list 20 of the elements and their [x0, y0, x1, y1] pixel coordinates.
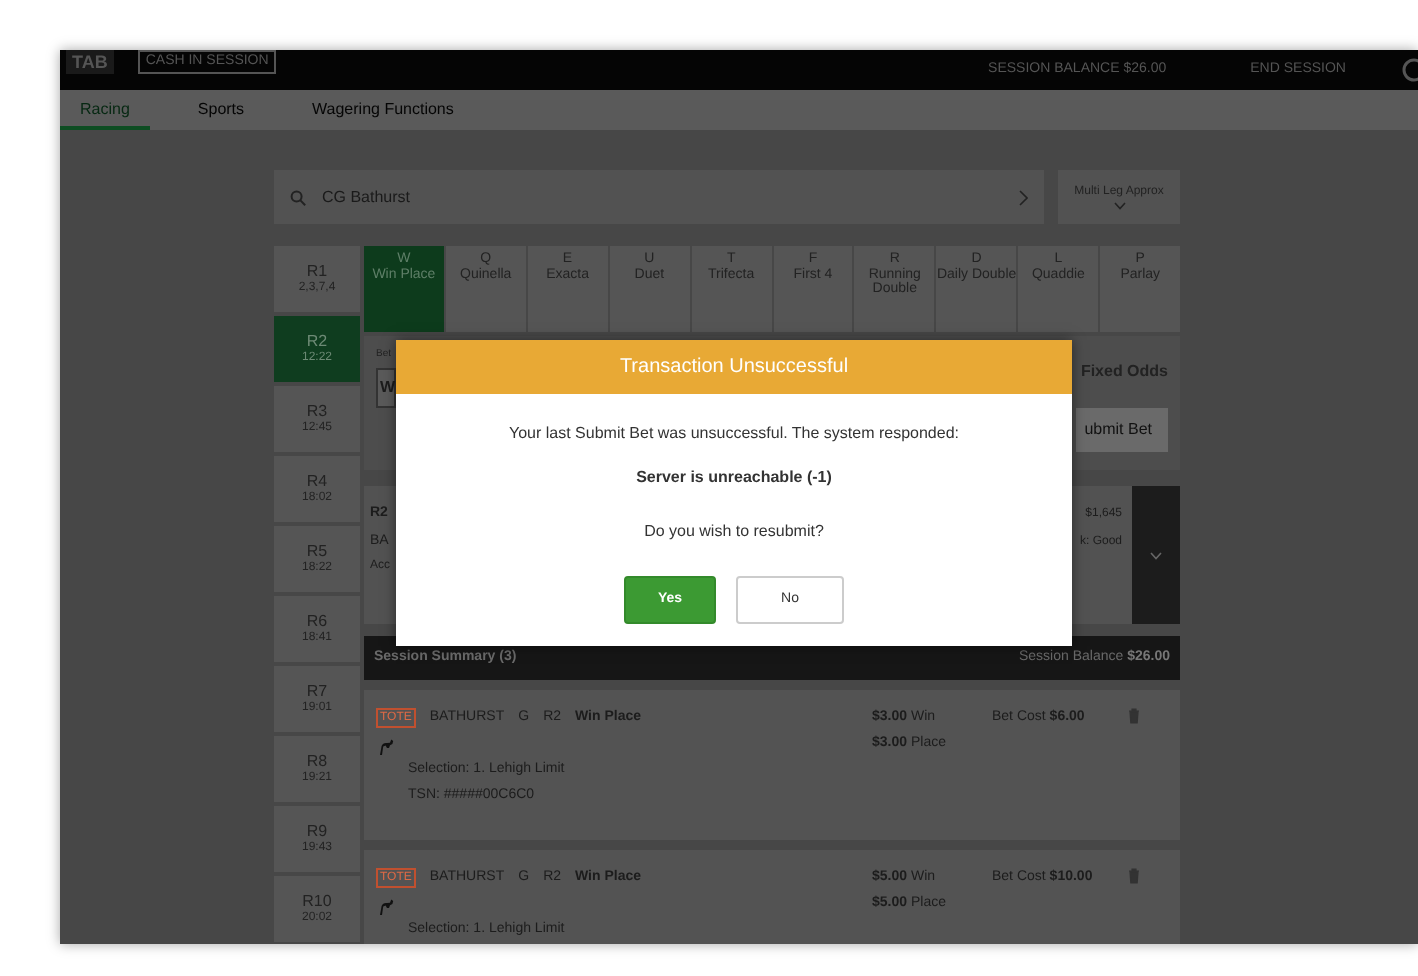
trash-icon	[1128, 708, 1140, 724]
account-icon	[1398, 56, 1418, 84]
nav-tab[interactable]: Wagering Functions	[292, 90, 474, 130]
logo: TAB	[66, 50, 114, 74]
search-field[interactable]: CG Bathurst	[274, 170, 1044, 224]
trash-icon	[1128, 868, 1140, 884]
bet-select[interactable]: W	[376, 367, 396, 407]
dialog-message: Your last Submit Bet was unsuccessful. The system responded:	[508, 422, 959, 446]
expand-button[interactable]	[1132, 486, 1180, 624]
dialog-question: Do you wish to resubmit?	[644, 520, 824, 544]
chevron-right-icon	[1018, 189, 1028, 205]
search-icon	[290, 189, 306, 205]
dialog-title: Transaction Unsuccessful	[396, 340, 1072, 394]
nav-tab[interactable]: Sports	[177, 90, 265, 130]
submit-button[interactable]: ubmit Bet	[1076, 408, 1168, 452]
chevron-down-icon	[1113, 202, 1125, 210]
search-input[interactable]: CG Bathurst	[322, 185, 1002, 209]
nav-tab[interactable]: Racing	[60, 90, 150, 130]
error-message: Server is unreachable (-1)	[636, 466, 832, 490]
chevron-down-icon	[1150, 551, 1162, 559]
